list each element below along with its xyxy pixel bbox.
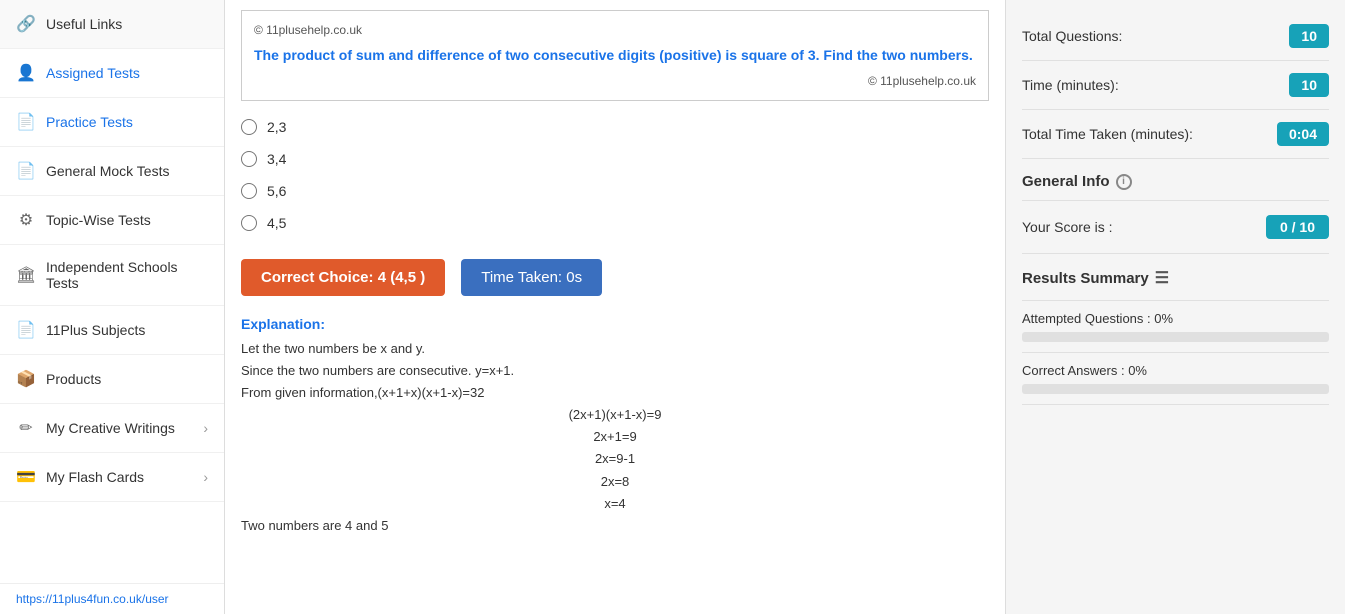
attempted-questions-section: Attempted Questions : 0%	[1022, 301, 1329, 353]
radio-opt4[interactable]	[241, 215, 257, 231]
exp-line-9: Two numbers are 4 and 5	[241, 515, 989, 537]
sidebar-item-label: My Flash Cards	[46, 469, 144, 485]
exp-line-2: Since the two numbers are consecutive. y…	[241, 360, 989, 382]
sidebar-item-practice-tests[interactable]: 📄 Practice Tests	[0, 98, 224, 147]
bottom-link[interactable]: https://11plus4fun.co.uk/user	[0, 583, 224, 614]
correct-answers-label: Correct Answers : 0%	[1022, 363, 1329, 378]
score-row: Your Score is : 0 / 10	[1022, 201, 1329, 254]
info-icon: i	[1116, 174, 1132, 190]
link-icon: 🔗	[16, 14, 36, 34]
time-taken-button: Time Taken: 0s	[461, 259, 602, 296]
sidebar-item-independent-schools-tests[interactable]: 🏛 Independent Schools Tests	[0, 245, 224, 306]
time-minutes-label: Time (minutes):	[1022, 77, 1119, 93]
total-time-taken-row: Total Time Taken (minutes): 0:04	[1022, 110, 1329, 159]
sidebar-item-useful-links[interactable]: 🔗 Useful Links	[0, 0, 224, 49]
exp-line-6: 2x=9-1	[241, 448, 989, 470]
exp-line-3: From given information,(x+1+x)(x+1-x)=32	[241, 382, 989, 404]
answer-option-2[interactable]: 3,4	[225, 143, 1005, 175]
general-info-header: General Info i	[1022, 159, 1329, 201]
book-icon: 📄	[16, 320, 36, 340]
exp-line-4: (2x+1)(x+1-x)=9	[241, 404, 989, 426]
option-label-3: 5,6	[267, 183, 286, 199]
explanation-conclusion: Two numbers are 4 and 5	[241, 515, 989, 537]
option-label-1: 2,3	[267, 119, 286, 135]
sidebar-item-my-creative-writings[interactable]: ✏ My Creative Writings ›	[0, 404, 224, 453]
sidebar-item-label: Useful Links	[46, 16, 122, 32]
card-icon: 💳	[16, 467, 36, 487]
answer-footer: Correct Choice: 4 (4,5 ) Time Taken: 0s	[225, 247, 1005, 308]
attempted-questions-label: Attempted Questions : 0%	[1022, 311, 1329, 326]
sidebar-item-products[interactable]: 📦 Products	[0, 355, 224, 404]
answer-option-1[interactable]: 2,3	[225, 111, 1005, 143]
total-time-taken-badge: 0:04	[1277, 122, 1329, 146]
sidebar-item-label: Independent Schools Tests	[46, 259, 208, 291]
list-icon: ☰	[1155, 268, 1169, 288]
sidebar-item-label: Assigned Tests	[46, 65, 140, 81]
results-summary-header: Results Summary ☰	[1022, 254, 1329, 301]
option-label-4: 4,5	[267, 215, 286, 231]
chevron-right-icon2: ›	[203, 469, 208, 485]
total-questions-label: Total Questions:	[1022, 28, 1122, 44]
sidebar-item-11plus-subjects[interactable]: 📄 11Plus Subjects	[0, 306, 224, 355]
your-score-label: Your Score is :	[1022, 219, 1113, 235]
right-panel: Total Questions: 10 Time (minutes): 10 T…	[1005, 0, 1345, 614]
radio-opt1[interactable]	[241, 119, 257, 135]
sidebar-item-label: My Creative Writings	[46, 420, 175, 436]
total-questions-badge: 10	[1289, 24, 1329, 48]
sidebar-item-assigned-tests[interactable]: 👤 Assigned Tests	[0, 49, 224, 98]
correct-choice-button: Correct Choice: 4 (4,5 )	[241, 259, 445, 296]
sidebar-item-label: Topic-Wise Tests	[46, 212, 151, 228]
gear-icon: ⚙	[16, 210, 36, 230]
radio-opt2[interactable]	[241, 151, 257, 167]
document-icon: 📄	[16, 112, 36, 132]
exp-line-8: x=4	[241, 493, 989, 515]
question-copyright: © 11plusehelp.co.uk	[254, 23, 976, 37]
exp-line-5: 2x+1=9	[241, 426, 989, 448]
user-icon: 👤	[16, 63, 36, 83]
explanation-text: Let the two numbers be x and y. Since th…	[241, 338, 989, 404]
attempted-questions-bar-bg	[1022, 332, 1329, 342]
sidebar-item-label: General Mock Tests	[46, 163, 169, 179]
sidebar: 🔗 Useful Links 👤 Assigned Tests 📄 Practi…	[0, 0, 225, 614]
total-time-taken-label: Total Time Taken (minutes):	[1022, 126, 1193, 142]
exp-line-1: Let the two numbers be x and y.	[241, 338, 989, 360]
explanation-section: Explanation: Let the two numbers be x an…	[225, 308, 1005, 553]
time-minutes-row: Time (minutes): 10	[1022, 61, 1329, 110]
document-icon2: 📄	[16, 161, 36, 181]
box-icon: 📦	[16, 369, 36, 389]
explanation-math: (2x+1)(x+1-x)=9 2x+1=9 2x=9-1 2x=8 x=4	[241, 404, 989, 514]
answer-option-3[interactable]: 5,6	[225, 175, 1005, 207]
answer-option-4[interactable]: 4,5	[225, 207, 1005, 239]
results-summary-label: Results Summary	[1022, 270, 1149, 287]
sidebar-item-topic-wise-tests[interactable]: ⚙ Topic-Wise Tests	[0, 196, 224, 245]
your-score-badge: 0 / 10	[1266, 215, 1329, 239]
total-questions-row: Total Questions: 10	[1022, 12, 1329, 61]
question-box: © 11plusehelp.co.uk The product of sum a…	[241, 10, 989, 101]
correct-answers-section: Correct Answers : 0%	[1022, 353, 1329, 405]
chevron-right-icon: ›	[203, 420, 208, 436]
explanation-title: Explanation:	[241, 316, 989, 332]
sidebar-item-label: Products	[46, 371, 101, 387]
main-content: © 11plusehelp.co.uk The product of sum a…	[225, 0, 1005, 614]
question-text: The product of sum and difference of two…	[254, 45, 976, 66]
pencil-icon: ✏	[16, 418, 36, 438]
general-info-label: General Info	[1022, 173, 1110, 190]
radio-opt3[interactable]	[241, 183, 257, 199]
correct-answers-bar-bg	[1022, 384, 1329, 394]
sidebar-item-my-flash-cards[interactable]: 💳 My Flash Cards ›	[0, 453, 224, 502]
building-icon: 🏛	[16, 265, 36, 285]
time-minutes-badge: 10	[1289, 73, 1329, 97]
sidebar-item-label: Practice Tests	[46, 114, 133, 130]
option-label-2: 3,4	[267, 151, 286, 167]
sidebar-item-label: 11Plus Subjects	[46, 322, 145, 338]
question-footer-copyright: © 11plusehelp.co.uk	[254, 74, 976, 88]
exp-line-7: 2x=8	[241, 471, 989, 493]
sidebar-item-general-mock-tests[interactable]: 📄 General Mock Tests	[0, 147, 224, 196]
